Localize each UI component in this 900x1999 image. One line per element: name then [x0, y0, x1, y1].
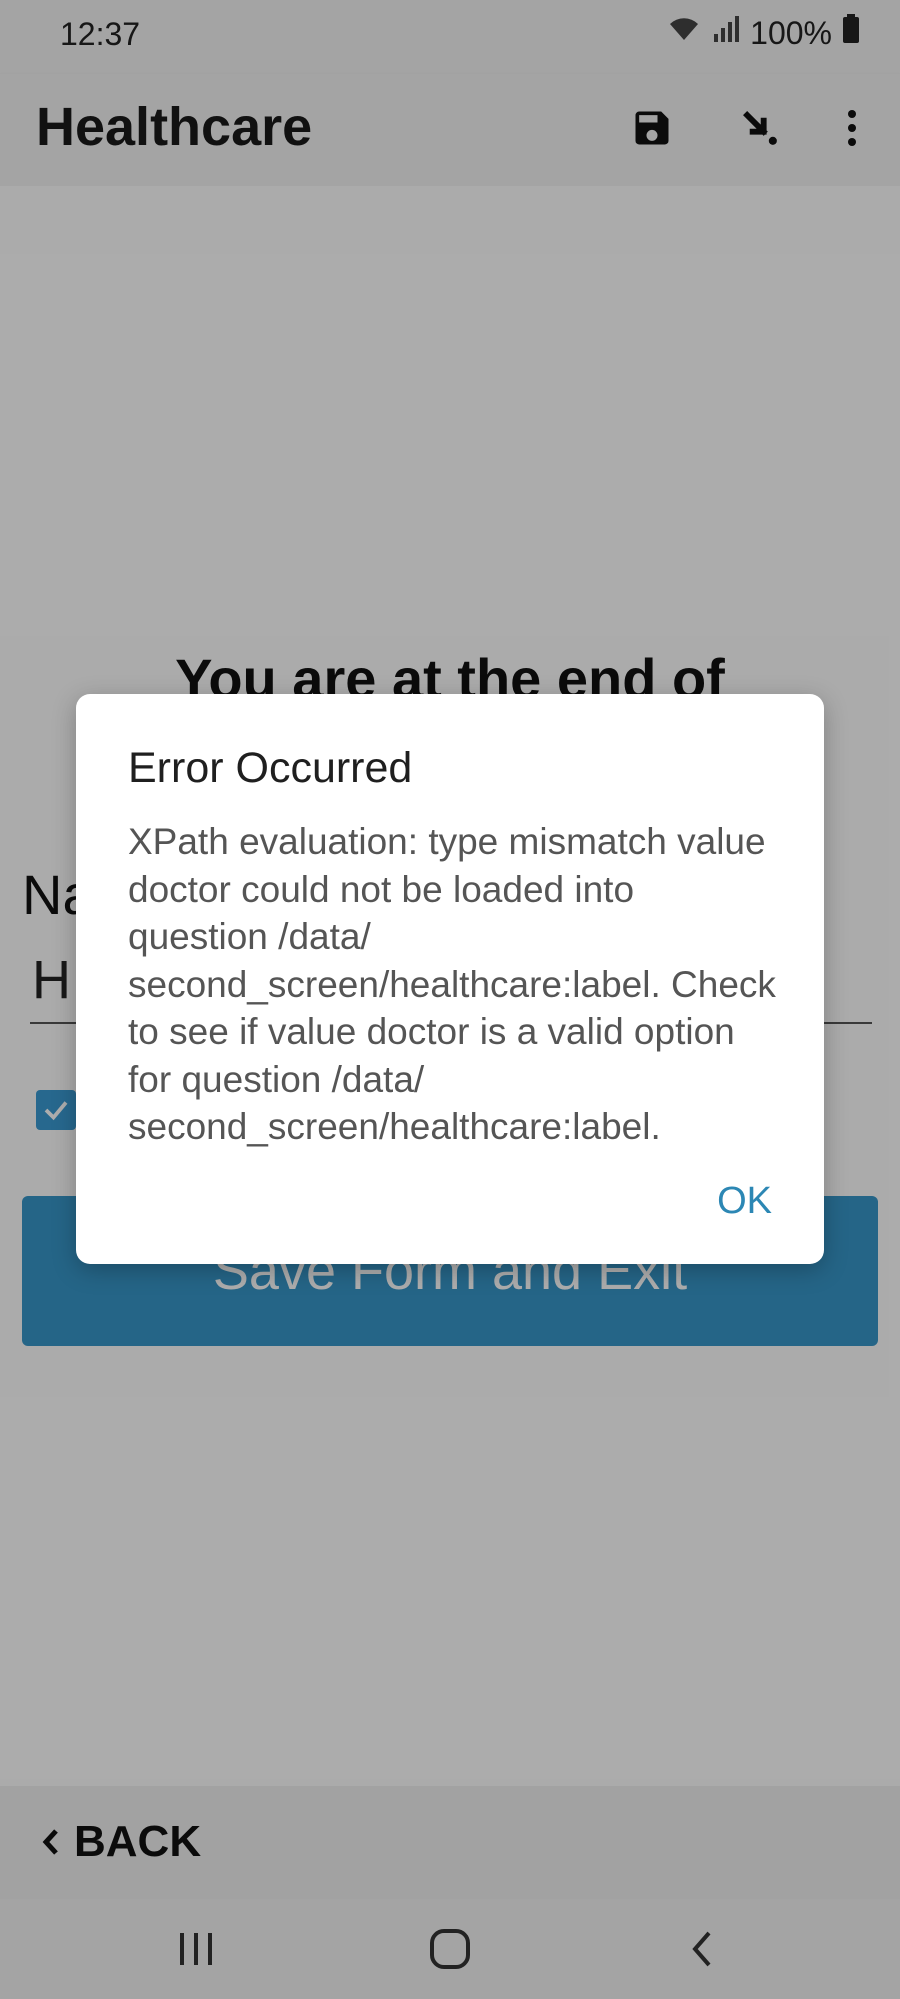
ok-button[interactable]: OK — [717, 1180, 772, 1223]
dialog-message: XPath evaluation: type mismatch value do… — [128, 821, 776, 1147]
dialog-title: Error Occurred — [128, 744, 413, 792]
error-dialog: Error Occurred XPath evaluation: type mi… — [76, 694, 824, 1264]
